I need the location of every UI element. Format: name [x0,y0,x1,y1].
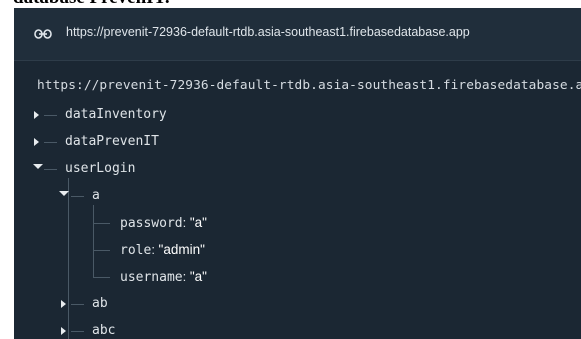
node-abc[interactable]: abc [92,323,115,338]
collapse-arrow-icon[interactable] [59,191,69,196]
firebase-database-viewer: https://prevenit-72936-default-rtdb.asia… [14,8,581,339]
field-username[interactable]: username: "a" [120,269,207,285]
expand-arrow-icon[interactable] [61,327,66,335]
node-ab[interactable]: ab [92,296,108,311]
field-value[interactable]: "a" [190,215,207,230]
field-value[interactable]: "admin" [159,242,205,257]
field-value[interactable]: "a" [190,269,207,284]
node-dataprevenit[interactable]: dataPrevenIT [65,134,159,149]
expand-arrow-icon[interactable] [34,138,39,146]
field-key: username [120,270,183,285]
field-key: password [120,216,183,231]
expand-arrow-icon[interactable] [34,111,39,119]
node-datainventory[interactable]: dataInventory [65,107,167,122]
field-key: role [120,243,152,258]
collapse-arrow-icon[interactable] [33,164,43,169]
page: database PrevenIT. https://prevenit-7293… [0,0,581,339]
node-userlogin[interactable]: userLogin [65,161,135,176]
field-password[interactable]: password: "a" [120,215,207,231]
node-a[interactable]: a [92,188,100,203]
field-role[interactable]: role: "admin" [120,242,205,258]
expand-arrow-icon[interactable] [61,300,66,308]
